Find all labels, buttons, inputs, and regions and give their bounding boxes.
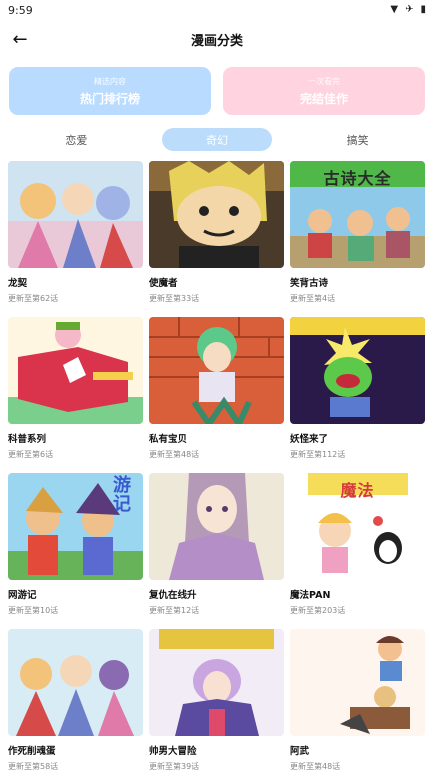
- comic-card[interactable]: 复仇在线升 更新至第12话: [149, 473, 284, 629]
- wifi-icon: ▼: [390, 4, 399, 15]
- comic-card[interactable]: 古诗大全 笑背古诗 更新至第4话: [290, 161, 425, 317]
- comic-title: 妖怪来了: [290, 434, 329, 445]
- comic-cover: [149, 473, 284, 580]
- comic-progress: 更新至第12话: [149, 606, 200, 615]
- comic-progress: 更新至第112话: [290, 450, 346, 459]
- comic-progress: 更新至第10话: [8, 606, 59, 615]
- tab-romance[interactable]: 恋爱: [21, 128, 131, 151]
- comic-cover: [8, 161, 143, 268]
- banner-subtitle: 一次看完: [308, 76, 340, 86]
- app-bar: ← 漫画分类: [0, 20, 434, 58]
- comic-title: 阿武: [290, 746, 310, 757]
- comic-title: 作死削魂蛋: [8, 746, 56, 757]
- hot-ranking-banner[interactable]: 精选内容 热门排行榜: [9, 67, 211, 115]
- comic-progress: 更新至第48话: [149, 450, 200, 459]
- comic-cover: 游记: [8, 473, 143, 580]
- banner-title: 热门排行榜: [79, 91, 140, 106]
- comic-title: 科普系列: [8, 434, 47, 445]
- comic-cover: [149, 629, 284, 736]
- battery-icon: ▮: [420, 4, 426, 15]
- comic-card[interactable]: 游记 网游记 更新至第10话: [8, 473, 143, 629]
- comic-card[interactable]: 阿武 更新至第48话: [290, 629, 425, 772]
- banner-title: 完结佳作: [299, 91, 348, 106]
- comic-progress: 更新至第39话: [149, 762, 200, 771]
- comic-cover: 魔法: [290, 473, 425, 580]
- tab-fantasy[interactable]: 奇幻: [161, 128, 272, 151]
- tab-comedy[interactable]: 搞笑: [303, 128, 413, 151]
- category-tabs: 恋爱 奇幻 搞笑: [0, 115, 434, 151]
- comic-cover: [290, 629, 425, 736]
- arrow-left-icon: ←: [12, 28, 28, 50]
- comic-title: 复仇在线升: [149, 590, 197, 601]
- comic-progress: 更新至第33话: [149, 294, 200, 303]
- comic-progress: 更新至第203话: [290, 606, 346, 615]
- comic-cover: 古诗大全: [290, 161, 425, 268]
- cover-text: 游记: [110, 475, 131, 513]
- comic-card[interactable]: 使魔者 更新至第33话: [149, 161, 284, 317]
- comic-cover: [149, 317, 284, 424]
- comic-progress: 更新至第48话: [290, 762, 341, 771]
- comic-card[interactable]: 私有宝贝 更新至第48话: [149, 317, 284, 473]
- cover-text: 魔法: [340, 481, 375, 500]
- comic-title: 私有宝贝: [149, 434, 188, 445]
- comic-title: 笑背古诗: [290, 278, 329, 289]
- airplane-icon: ✈: [405, 4, 414, 15]
- comic-cover: [8, 317, 143, 424]
- comic-progress: 更新至第4话: [290, 294, 336, 303]
- comic-card[interactable]: 科普系列 更新至第6话: [8, 317, 143, 473]
- comic-progress: 更新至第62话: [8, 294, 59, 303]
- page-title: 漫画分类: [190, 33, 243, 49]
- banner-subtitle: 精选内容: [94, 76, 126, 86]
- comic-title: 网游记: [8, 590, 37, 601]
- comic-title: 帅男大冒险: [149, 746, 197, 757]
- status-icons: ▼ ✈ ▮: [390, 5, 426, 15]
- comic-card[interactable]: 龙契 更新至第62话: [8, 161, 143, 317]
- comic-progress: 更新至第58话: [8, 762, 59, 771]
- comic-card[interactable]: 帅男大冒险 更新至第39话: [149, 629, 284, 772]
- cover-text: 古诗大全: [323, 169, 392, 188]
- comic-card[interactable]: 妖怪来了 更新至第112话: [290, 317, 425, 473]
- banner-row: 精选内容 热门排行榜 一次看完 完结佳作: [0, 58, 434, 115]
- completed-banner[interactable]: 一次看完 完结佳作: [223, 67, 425, 115]
- comic-cover: [290, 317, 425, 424]
- comic-grid: 龙契 更新至第62话 使魔者 更新至第33话 古诗大全 笑背古诗 更新至第4话 …: [8, 161, 426, 772]
- comic-title: 龙契: [8, 278, 28, 289]
- status-bar: 9:59 ▼ ✈ ▮: [0, 0, 434, 20]
- comic-title: 使魔者: [149, 278, 178, 289]
- comic-progress: 更新至第6话: [8, 450, 54, 459]
- comic-cover: [149, 161, 284, 268]
- status-time: 9:59: [8, 3, 33, 17]
- back-button[interactable]: ←: [0, 20, 40, 58]
- comic-title: 魔法PAN: [290, 590, 331, 601]
- comic-cover: [8, 629, 143, 736]
- comic-card[interactable]: 作死削魂蛋 更新至第58话: [8, 629, 143, 772]
- comic-card[interactable]: 魔法 魔法PAN 更新至第203话: [290, 473, 425, 629]
